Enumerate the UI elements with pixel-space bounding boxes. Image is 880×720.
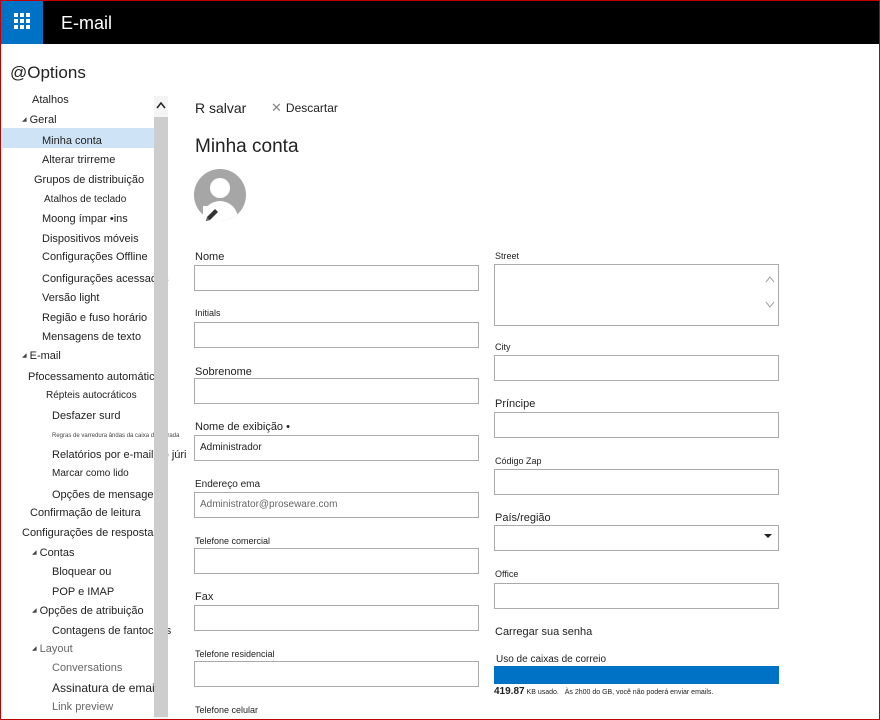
app-title: E-mail <box>61 13 113 33</box>
mailbox-used-amount: 419.87 <box>494 686 525 697</box>
nav-item-atalhos[interactable]: Atalhos <box>32 93 69 107</box>
mailbox-usage-bar <box>494 666 779 684</box>
nav-item-dispositivos-moveis[interactable]: Dispositivos móveis <box>42 232 139 246</box>
scroll-up-arrow-icon[interactable] <box>154 96 168 114</box>
field-label-pais-regiao: País/região <box>495 512 551 524</box>
app-launcher-icon[interactable] <box>0 0 43 44</box>
nav-item-confirmacao-leitura[interactable]: Confirmação de leitura <box>30 506 141 520</box>
field-label-fax: Fax <box>195 591 214 603</box>
nav-item-regiao-fuso[interactable]: Região e fuso horário <box>42 311 147 325</box>
field-label-initials: Initials <box>195 308 221 318</box>
field-label-office: Office <box>495 569 519 579</box>
nav-item-atalhos-teclado[interactable]: Atalhos de teclado <box>44 193 126 207</box>
city-input[interactable] <box>494 355 779 381</box>
nav-item-mensagens-texto[interactable]: Mensagens de texto <box>42 330 141 344</box>
last-name-input[interactable] <box>194 378 479 404</box>
expand-triangle-icon: ◢ <box>22 117 27 124</box>
email-address-input[interactable]: Administrator@proseware.com <box>194 492 479 518</box>
nav-item-processamento-automatico[interactable]: Pfocessamento automático <box>28 370 161 384</box>
nav-item-grupos-distribuicao[interactable]: Grupos de distribuição <box>34 173 144 187</box>
nav-item-configuracoes-offline[interactable]: Configurações Offline <box>42 250 148 264</box>
mailbox-usage-text: 419.87 KB usado. Às 2h00 do GB, você não… <box>494 686 713 697</box>
fax-input[interactable] <box>194 605 479 631</box>
mailbox-warning: Às 2h00 do GB, você não poderá enviar em… <box>564 689 714 696</box>
field-label-codigo-zap: Código Zap <box>495 456 542 466</box>
expand-triangle-icon: ◢ <box>32 608 37 615</box>
nav-item-bloquear[interactable]: Bloquear ou <box>52 565 111 579</box>
field-label-sobrenome: Sobrenome <box>195 366 252 378</box>
nav-item-assinatura-email[interactable]: Assinatura de email <box>52 681 157 695</box>
nav-item-pop-imap[interactable]: POP e IMAP <box>52 585 114 599</box>
field-label-city: City <box>495 342 511 352</box>
nav-item-layout[interactable]: ◢ Layout <box>32 642 73 656</box>
nav-item-link-preview[interactable]: Link preview <box>52 700 113 714</box>
top-bar: E-mail <box>0 0 880 44</box>
nav-item-geral[interactable]: ◢ Geral <box>22 113 57 127</box>
close-icon: ✕ <box>271 100 282 115</box>
nav-item-repteis-autocraticos[interactable]: Répteis autocráticos <box>46 389 137 403</box>
nav-item-marcar-lido[interactable]: Marcar como lido <box>52 467 129 481</box>
nav-item-moong-impar[interactable]: Moong ímpar •ins <box>42 212 128 226</box>
field-label-principe: Príncipe <box>495 398 536 410</box>
nav-item-desfazer-surd[interactable]: Desfazer surd <box>52 409 120 423</box>
expand-triangle-icon: ◢ <box>22 353 27 360</box>
expand-triangle-icon: ◢ <box>32 646 37 653</box>
nav-item-opcoes-mensagem[interactable]: Opções de mensagem <box>52 488 163 502</box>
field-label-telefone-residencial: Telefone residencial <box>195 649 275 659</box>
field-label-street: Street <box>495 251 520 261</box>
chevron-down-icon[interactable] <box>763 532 773 542</box>
save-button[interactable]: R salvar <box>195 100 246 116</box>
nav-item-alterar-trirreme[interactable]: Alterar trirreme <box>42 153 115 167</box>
first-name-input[interactable] <box>194 265 479 291</box>
initials-input[interactable] <box>194 322 479 348</box>
page-title: Minha conta <box>195 136 299 157</box>
nav-item-versao-light[interactable]: Versão light <box>42 291 99 305</box>
edit-photo-pencil-icon[interactable] <box>203 206 221 224</box>
nav-item-configuracoes-acessadas[interactable]: Configurações acessadas <box>42 272 169 286</box>
country-region-select[interactable] <box>494 525 779 551</box>
nav-item-minha-conta[interactable]: Minha conta <box>42 134 102 148</box>
options-title: @Options <box>10 63 86 82</box>
nav-scrollbar-thumb[interactable] <box>154 117 168 717</box>
field-label-telefone-celular: Telefone celular <box>195 705 259 715</box>
display-name-input[interactable]: Administrador <box>194 435 479 461</box>
work-phone-input[interactable] <box>194 548 479 574</box>
zip-code-input[interactable] <box>494 469 779 495</box>
mailbox-used-unit: KB usado. <box>526 689 559 696</box>
office-input[interactable] <box>494 583 779 609</box>
nav-item-email[interactable]: ◢ E-mail <box>22 349 61 363</box>
field-label-nome: Nome <box>195 251 225 263</box>
field-label-endereco-email: Endereço ema <box>195 479 261 490</box>
expand-triangle-icon: ◢ <box>32 550 37 557</box>
discard-button[interactable]: ✕ Descartar <box>271 100 338 116</box>
nav-item-contas[interactable]: ◢ Contas <box>32 546 74 560</box>
textarea-scroll-arrows-icon[interactable] <box>765 272 775 321</box>
mailbox-usage-label: Uso de caixas de correio <box>496 654 607 665</box>
field-label-nome-exibicao: Nome de exibição • <box>195 421 290 433</box>
change-password-link[interactable]: Carregar sua senha <box>495 626 592 638</box>
street-textarea[interactable] <box>494 264 779 326</box>
home-phone-input[interactable] <box>194 661 479 687</box>
nav-item-configuracoes-resposta[interactable]: Configurações de resposta <box>22 526 153 540</box>
nav-item-conversations[interactable]: Conversations <box>52 661 122 675</box>
nav-item-opcoes-atribuicao[interactable]: ◢ Opções de atribuição <box>32 604 144 618</box>
field-label-telefone-comercial: Telefone comercial <box>195 536 271 546</box>
state-input[interactable] <box>494 412 779 438</box>
